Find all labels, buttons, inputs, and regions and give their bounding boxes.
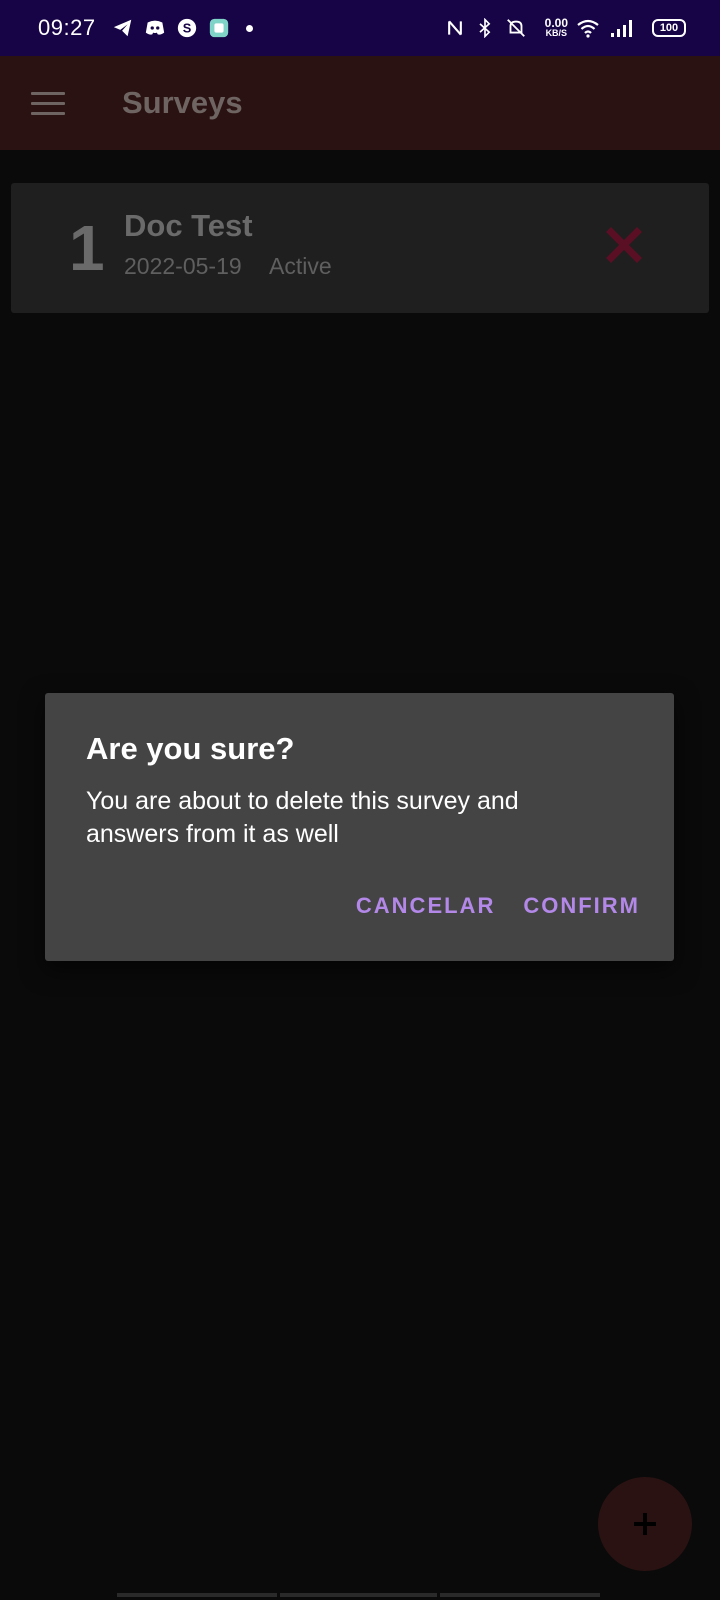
net-speed-value: 0.00 [544,16,568,30]
skype-icon: S [176,17,198,39]
survey-status: Active [269,253,332,279]
notification-dot [245,24,253,32]
net-speed: 0.00 KB/S [544,16,568,38]
svg-text:S: S [182,21,191,36]
menu-line [31,91,65,95]
telegram-icon [112,17,134,39]
survey-card[interactable]: 1 Doc Test 2022-05-19 Active [11,183,709,313]
mute-icon [505,17,527,39]
bottom-tab-indicator [117,1593,277,1597]
status-right: 0.00 KB/S 100 [445,17,686,39]
status-left: 09:27 S [38,15,253,41]
dialog-message: You are about to delete this survey and … [86,787,519,848]
menu-line [31,101,65,105]
confirm-delete-dialog: Are you sure? You are about to delete th… [45,693,674,961]
net-speed-unit: KB/S [545,28,568,38]
battery-icon: 100 [652,19,686,37]
bluetooth-icon [475,18,495,38]
status-bar: 09:27 S 0.00 KB/S 100 [0,0,720,56]
status-time: 09:27 [38,15,96,40]
confirm-button[interactable]: CONFIRM [523,893,640,919]
dialog-actions: CANCELAR CONFIRM [356,893,640,919]
dialog-title: Are you sure? [86,731,295,766]
survey-number: 1 [69,212,105,284]
discord-icon [144,17,166,39]
cancel-button[interactable]: CANCELAR [356,893,495,919]
menu-icon[interactable] [24,79,72,127]
plus-icon [634,1513,656,1535]
bottom-tab-indicator [440,1593,600,1597]
app-icon [208,17,230,39]
screen: 09:27 S 0.00 KB/S 100 Surveys 1 Doc Test… [0,0,720,1600]
delete-survey-button[interactable] [604,225,644,265]
wifi-icon [576,18,600,38]
nfc-icon [445,18,465,38]
page-title: Surveys [122,85,243,120]
signal-icon [610,18,634,38]
menu-line [31,111,65,115]
app-bar: Surveys [0,56,720,150]
close-icon [606,227,642,263]
survey-title: Doc Test [124,208,253,243]
add-survey-button[interactable] [598,1477,692,1571]
survey-date: 2022-05-19 [124,253,242,279]
bottom-tab-indicator [280,1593,437,1597]
